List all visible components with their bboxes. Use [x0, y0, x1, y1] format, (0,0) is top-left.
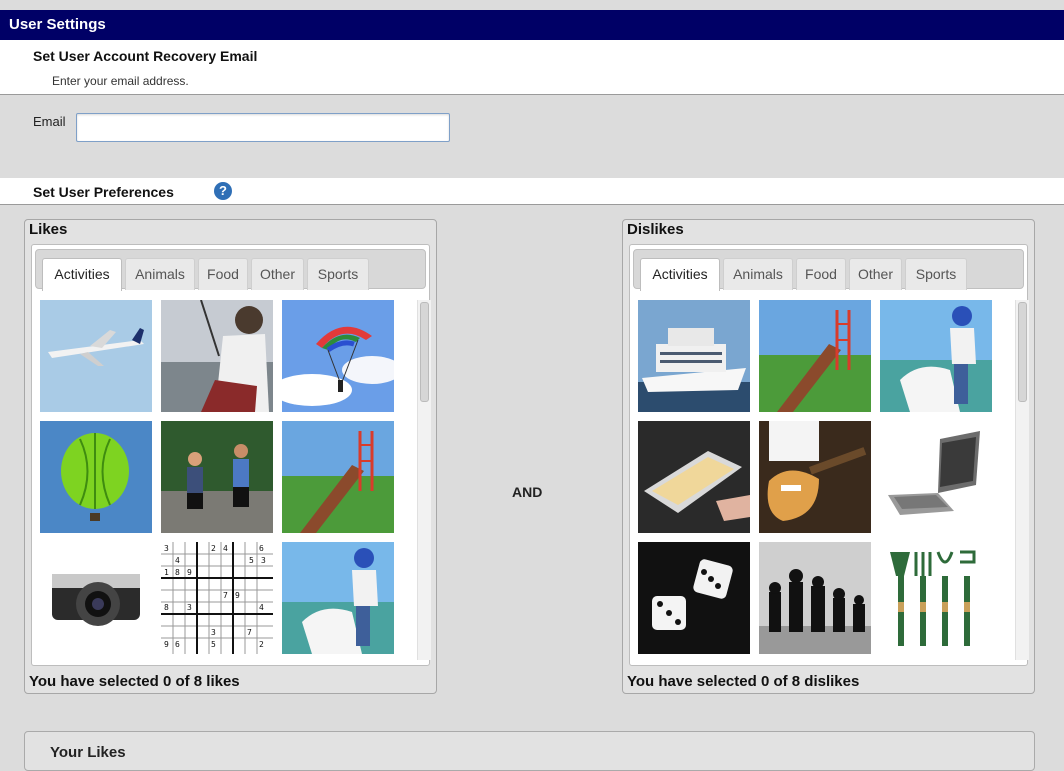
svg-text:2: 2 [211, 544, 216, 553]
dislikes-scroll-thumb[interactable] [1018, 302, 1027, 402]
dislikes-tab-food[interactable]: Food [796, 258, 846, 290]
svg-text:8: 8 [175, 568, 180, 577]
running-image[interactable] [161, 421, 273, 533]
svg-text:4: 4 [223, 544, 228, 553]
your-likes-panel: Your Likes [24, 731, 1035, 771]
likes-count: You have selected 0 of 8 likes [29, 673, 240, 690]
laptop-image[interactable] [880, 421, 992, 533]
likes-tab-animals[interactable]: Animals [125, 258, 195, 290]
svg-text:6: 6 [175, 640, 180, 649]
svg-text:9: 9 [164, 640, 169, 649]
email-label: Email [33, 114, 66, 129]
likes-scrollbar[interactable] [417, 300, 431, 660]
help-icon[interactable]: ? [214, 182, 232, 200]
hot-air-balloon-image[interactable] [40, 421, 152, 533]
dislikes-tab-container: Activities Animals Food Other Sports [629, 244, 1029, 666]
and-label: AND [512, 484, 543, 500]
likes-title: Likes [29, 221, 68, 238]
your-likes-heading: Your Likes [50, 744, 126, 761]
svg-text:7: 7 [247, 628, 252, 637]
recovery-email-header: Set User Account Recovery Email Enter yo… [0, 40, 1064, 95]
horse-riding-image[interactable] [282, 542, 394, 654]
slide-image[interactable] [282, 421, 394, 533]
page-title: User Settings [9, 16, 106, 33]
svg-text:5: 5 [249, 556, 254, 565]
likes-panel: Likes Activities Animals Food Other Spor… [24, 219, 437, 694]
likes-tab-container: Activities Animals Food Other Sports 3 2… [31, 244, 431, 666]
dislikes-image-grid [638, 300, 1008, 662]
svg-text:8: 8 [164, 603, 169, 612]
skydiving-image[interactable] [282, 300, 394, 412]
camera-image[interactable] [40, 542, 152, 654]
garden-tools-image[interactable] [880, 542, 992, 654]
page-title-bar: User Settings [0, 10, 1064, 40]
svg-text:7: 7 [223, 591, 228, 600]
horse-riding-image[interactable] [880, 300, 992, 412]
baking-image[interactable] [638, 421, 750, 533]
recovery-instruction: Enter your email address. [52, 74, 189, 88]
slide-image[interactable] [759, 300, 871, 412]
dislikes-tab-other[interactable]: Other [849, 258, 902, 290]
preferences-header: Set User Preferences ? [0, 178, 1064, 205]
svg-text:3: 3 [211, 628, 216, 637]
dislikes-title: Dislikes [627, 221, 684, 238]
svg-text:5: 5 [211, 640, 216, 649]
dislikes-tab-animals[interactable]: Animals [723, 258, 793, 290]
svg-text:3: 3 [164, 544, 169, 553]
dislikes-tabbar: Activities Animals Food Other Sports [633, 249, 1024, 291]
likes-image-grid: 324645318979834379652 [40, 300, 410, 662]
likes-tab-other[interactable]: Other [251, 258, 304, 290]
airplane-image[interactable] [40, 300, 152, 412]
likes-tabbar: Activities Animals Food Other Sports [35, 249, 426, 291]
guitar-image[interactable] [759, 421, 871, 533]
svg-text:6: 6 [259, 544, 264, 553]
chess-image[interactable] [759, 542, 871, 654]
svg-text:9: 9 [187, 568, 192, 577]
likes-scroll-thumb[interactable] [420, 302, 429, 402]
svg-text:3: 3 [187, 603, 192, 612]
svg-text:4: 4 [259, 603, 264, 612]
cruise-ship-image[interactable] [638, 300, 750, 412]
likes-tab-activities[interactable]: Activities [42, 258, 122, 291]
dislikes-panel: Dislikes Activities Animals Food Other S… [622, 219, 1035, 694]
fishing-image[interactable] [161, 300, 273, 412]
svg-text:3: 3 [261, 556, 266, 565]
dislikes-scrollbar[interactable] [1015, 300, 1029, 660]
dislikes-count: You have selected 0 of 8 dislikes [627, 673, 860, 690]
sudoku-image[interactable]: 324645318979834379652 [161, 542, 273, 654]
svg-text:2: 2 [259, 640, 264, 649]
svg-text:1: 1 [164, 568, 169, 577]
recovery-heading: Set User Account Recovery Email [33, 48, 258, 64]
preferences-heading: Set User Preferences [33, 184, 174, 200]
dislikes-tab-activities[interactable]: Activities [640, 258, 720, 291]
dislikes-tab-sports[interactable]: Sports [905, 258, 967, 290]
dice-image[interactable] [638, 542, 750, 654]
email-field[interactable] [76, 113, 450, 142]
svg-text:9: 9 [235, 591, 240, 600]
svg-text:4: 4 [175, 556, 180, 565]
likes-tab-food[interactable]: Food [198, 258, 248, 290]
likes-tab-sports[interactable]: Sports [307, 258, 369, 290]
